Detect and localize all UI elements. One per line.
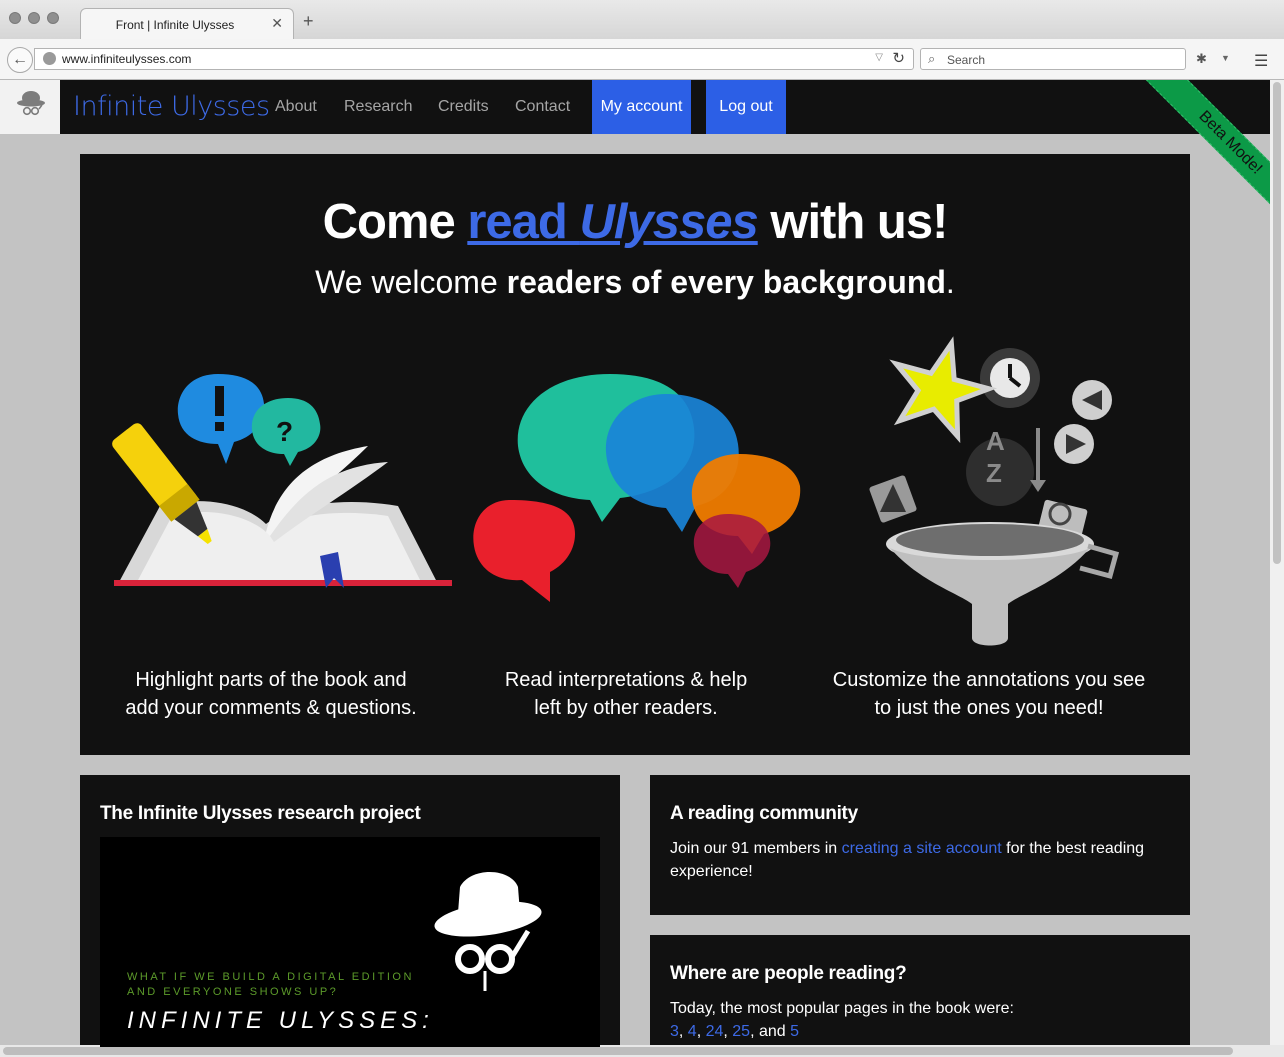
hero-subtitle: We welcome readers of every background. xyxy=(80,264,1190,301)
hat-glasses-logo-icon xyxy=(17,91,45,116)
nav-link-research[interactable]: Research xyxy=(344,98,412,116)
search-icon: ⌕ xyxy=(928,51,936,66)
popular-pages-text: Today, the most popular pages in the boo… xyxy=(670,1000,1014,1017)
close-tab-icon[interactable]: ✕ xyxy=(271,15,283,32)
popular-pages-title: Where are people reading? xyxy=(670,963,907,984)
search-input[interactable]: ⌕ Search xyxy=(920,48,1186,70)
nav-link-contact[interactable]: Contact xyxy=(515,98,570,116)
feature-caption-highlight: Highlight parts of the book and add your… xyxy=(86,666,456,722)
popular-pages-card: Where are people reading? Today, the mos… xyxy=(650,935,1190,1045)
hero-sub-pre: We welcome xyxy=(315,264,507,300)
log-out-button[interactable]: Log out xyxy=(706,80,786,134)
filter-funnel-illustration: A Z xyxy=(869,336,1120,646)
search-placeholder: Search xyxy=(947,53,986,67)
vertical-scroll-thumb[interactable] xyxy=(1273,82,1281,564)
feature-caption-line: Highlight parts of the book and xyxy=(135,669,407,691)
url-bar[interactable]: www.infiniteulysses.com ▽ ↻ xyxy=(34,48,914,70)
video-tagline-1: WHAT IF WE BUILD A DIGITAL EDITION xyxy=(127,971,414,983)
hero-title-pre: Come xyxy=(322,195,468,249)
community-card: A reading community Join our 91 members … xyxy=(650,775,1190,915)
highlight-book-illustration: ? xyxy=(112,374,452,588)
feature-caption-line: to just the ones you need! xyxy=(874,697,1104,719)
site-brand[interactable]: Infinite Ulysses xyxy=(73,91,270,122)
vertical-scrollbar[interactable] xyxy=(1270,80,1284,1045)
question-bubble-icon: ? xyxy=(251,398,321,466)
chat-bubbles-icon xyxy=(473,374,801,602)
page-list-and: , and xyxy=(750,1023,791,1040)
my-account-button[interactable]: My account xyxy=(592,80,691,134)
page-link[interactable]: 3 xyxy=(670,1023,679,1040)
hero-link-ulysses: Ulysses xyxy=(579,195,758,249)
sort-az-icon: A Z xyxy=(966,426,1046,506)
gear-clock-icon xyxy=(980,348,1040,408)
feature-caption-line: left by other readers. xyxy=(534,697,718,719)
svg-text:Z: Z xyxy=(986,458,1002,488)
reload-icon[interactable]: ↻ xyxy=(892,49,905,67)
browser-tab[interactable]: Front | Infinite Ulysses ✕ xyxy=(80,8,294,39)
research-card-title: The Infinite Ulysses research project xyxy=(100,803,421,824)
site-navbar: Infinite Ulysses About Research Credits … xyxy=(0,80,1270,134)
close-window-button[interactable] xyxy=(9,12,21,24)
page-link[interactable]: 25 xyxy=(732,1023,750,1040)
star-icon xyxy=(889,336,998,444)
funnel-icon xyxy=(886,522,1120,646)
globe-icon xyxy=(43,52,56,65)
hamburger-menu-icon[interactable]: ☰ xyxy=(1254,51,1268,71)
feature-caption-line: Read interpretations & help xyxy=(504,669,748,691)
feature-caption-line: add your comments & questions. xyxy=(125,697,417,719)
back-arrow-icon[interactable]: ← xyxy=(7,47,33,73)
feature-caption-customize: Customize the annotations you see to jus… xyxy=(804,666,1174,722)
hero-title-post: with us! xyxy=(757,195,948,249)
page-link[interactable]: 24 xyxy=(706,1023,724,1040)
extension-icon[interactable]: ✱ xyxy=(1196,51,1207,67)
nav-link-credits[interactable]: Credits xyxy=(438,98,489,116)
video-tagline-2: AND EVERYONE SHOWS UP? xyxy=(127,986,339,998)
tab-title: Front | Infinite Ulysses xyxy=(115,18,235,32)
research-card: The Infinite Ulysses research project WH… xyxy=(80,775,620,1047)
site-logo[interactable] xyxy=(0,80,60,134)
hero-panel: Come read Ulysses with us! We welcome re… xyxy=(80,154,1190,755)
read-ulysses-link[interactable]: read Ulysses xyxy=(467,195,758,249)
community-text: Join our 91 members in creating a site a… xyxy=(670,837,1170,883)
hero-sub-post: . xyxy=(945,264,955,300)
create-account-link[interactable]: creating a site account xyxy=(842,840,1002,857)
hero-title: Come read Ulysses with us! xyxy=(80,194,1190,250)
page-link[interactable]: 4 xyxy=(688,1023,697,1040)
feature-caption-read: Read interpretations & help left by othe… xyxy=(441,666,811,722)
zoom-window-button[interactable] xyxy=(47,12,59,24)
community-text-pre: Join our 91 members in xyxy=(670,840,842,857)
new-tab-icon[interactable]: + xyxy=(303,12,314,30)
research-video[interactable]: WHAT IF WE BUILD A DIGITAL EDITION AND E… xyxy=(100,837,600,1047)
hat-glasses-logo-icon xyxy=(434,872,542,991)
community-card-title: A reading community xyxy=(670,803,858,824)
browser-toolbar: ← www.infiniteulysses.com ▽ ↻ ⌕ Search xyxy=(0,39,1284,80)
exclamation-bubble-icon xyxy=(177,374,265,464)
hero-link-read: read xyxy=(467,195,580,249)
video-title: INFINITE ULYSSES: xyxy=(127,1007,434,1034)
page-link[interactable]: 5 xyxy=(790,1023,799,1040)
feature-caption-line: Customize the annotations you see xyxy=(832,669,1146,691)
svg-text:A: A xyxy=(986,426,1005,456)
minimize-window-button[interactable] xyxy=(28,12,40,24)
popular-pages-list: 3, 4, 24, 25, and 5 xyxy=(670,1023,800,1040)
url-dropdown-icon[interactable]: ▽ xyxy=(875,52,883,63)
speech-bubbles-illustration xyxy=(473,374,801,602)
play-button-icon xyxy=(1054,380,1112,464)
svg-text:?: ? xyxy=(276,416,293,447)
warning-tile-icon xyxy=(869,475,917,523)
extension-dropdown-icon[interactable]: ▼ xyxy=(1221,53,1230,63)
nav-link-about[interactable]: About xyxy=(275,98,317,116)
url-text[interactable]: www.infiniteulysses.com xyxy=(62,52,191,66)
browser-tab-bar: Front | Infinite Ulysses ✕ + xyxy=(0,0,1284,40)
horizontal-scroll-thumb[interactable] xyxy=(3,1047,1233,1055)
hero-sub-bold: readers of every background xyxy=(506,264,946,300)
